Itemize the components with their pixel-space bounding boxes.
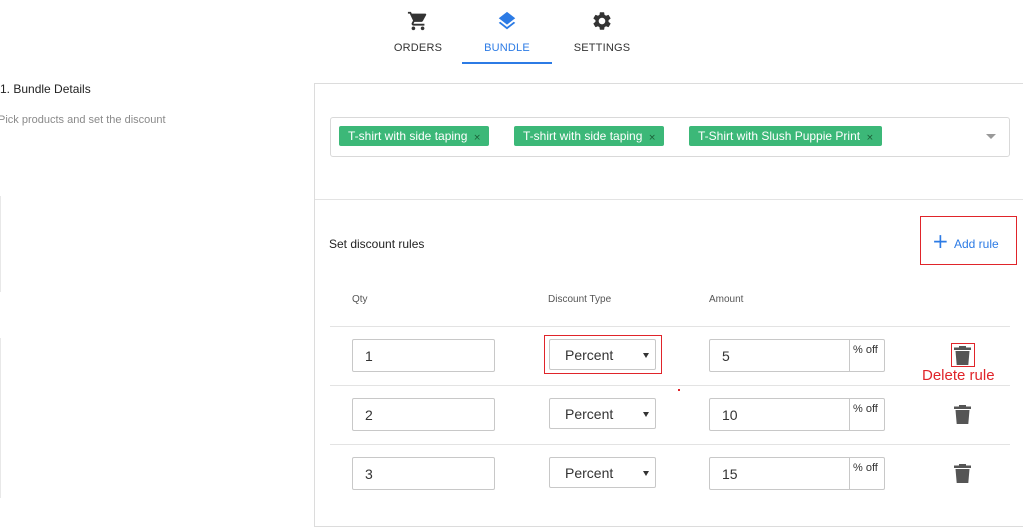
remove-product-icon[interactable]: × <box>866 133 874 143</box>
left-edge-mark <box>0 196 1 292</box>
row-divider <box>330 326 1010 327</box>
chevron-down-icon <box>643 471 649 476</box>
section-subtitle: Pick products and set the discount <box>0 114 166 126</box>
amount-suffix: % off <box>849 399 884 430</box>
qty-input[interactable]: 3 <box>352 457 495 490</box>
tab-orders-label: ORDERS <box>393 42 443 54</box>
divider <box>315 199 1023 200</box>
amount-suffix: % off <box>849 458 884 489</box>
annotation-delete-note: Delete rule <box>922 367 995 384</box>
trash-icon[interactable] <box>954 405 971 424</box>
amount-suffix: % off <box>849 340 884 371</box>
remove-product-icon[interactable]: × <box>648 133 656 143</box>
product-chip: T-Shirt with Slush Puppie Print × <box>689 126 882 146</box>
product-chip-label: T-shirt with side taping <box>523 129 643 143</box>
tab-orders[interactable]: ORDERS <box>380 0 456 64</box>
discount-type-value: Percent <box>565 465 614 481</box>
product-chip-label: T-shirt with side taping <box>348 129 468 143</box>
tab-bundle[interactable]: BUNDLE <box>462 0 552 64</box>
tab-settings[interactable]: SETTINGS <box>564 0 640 64</box>
chevron-down-icon[interactable] <box>986 134 996 139</box>
cart-icon <box>407 11 427 31</box>
chevron-down-icon <box>643 412 649 417</box>
amount-input[interactable]: 5 % off <box>709 339 885 372</box>
discount-type-select[interactable]: Percent <box>549 457 656 488</box>
remove-product-icon[interactable]: × <box>473 133 481 143</box>
left-edge-mark <box>0 338 1 498</box>
amount-input[interactable]: 15 % off <box>709 457 885 490</box>
row-divider <box>330 444 1010 445</box>
gear-icon <box>593 12 611 30</box>
product-chip-label: T-Shirt with Slush Puppie Print <box>698 129 861 143</box>
add-rule-button[interactable]: + Add rule <box>920 216 1017 265</box>
qty-input[interactable]: 2 <box>352 398 495 431</box>
qty-input[interactable]: 1 <box>352 339 495 372</box>
column-header-amount: Amount <box>709 294 744 305</box>
section-title: 1. Bundle Details <box>0 82 91 96</box>
tab-settings-label: SETTINGS <box>573 42 631 54</box>
amount-input[interactable]: 10 % off <box>709 398 885 431</box>
layers-icon <box>498 11 516 30</box>
product-chip: T-shirt with side taping × <box>339 126 489 146</box>
rules-title: Set discount rules <box>329 237 425 251</box>
add-rule-label: Add rule <box>954 237 999 251</box>
column-header-qty: Qty <box>352 294 368 305</box>
discount-type-value: Percent <box>565 406 614 422</box>
product-chip: T-shirt with side taping × <box>514 126 664 146</box>
product-multiselect[interactable]: T-shirt with side taping × T-shirt with s… <box>330 117 1010 157</box>
annotation-highlight-trash <box>951 343 975 367</box>
amount-value: 5 <box>722 348 730 364</box>
active-tab-indicator <box>462 62 552 64</box>
row-divider <box>330 385 1010 386</box>
amount-value: 10 <box>722 407 738 423</box>
tab-bundle-label: BUNDLE <box>484 42 530 54</box>
discount-type-select[interactable]: Percent <box>549 398 656 429</box>
plus-icon: + <box>932 229 949 253</box>
top-tabs: ORDERS BUNDLE SETTINGS <box>380 0 660 64</box>
annotation-dot <box>678 389 680 391</box>
trash-icon[interactable] <box>954 464 971 483</box>
amount-value: 15 <box>722 466 738 482</box>
column-header-discount-type: Discount Type <box>548 294 612 305</box>
annotation-highlight-select <box>544 335 662 374</box>
